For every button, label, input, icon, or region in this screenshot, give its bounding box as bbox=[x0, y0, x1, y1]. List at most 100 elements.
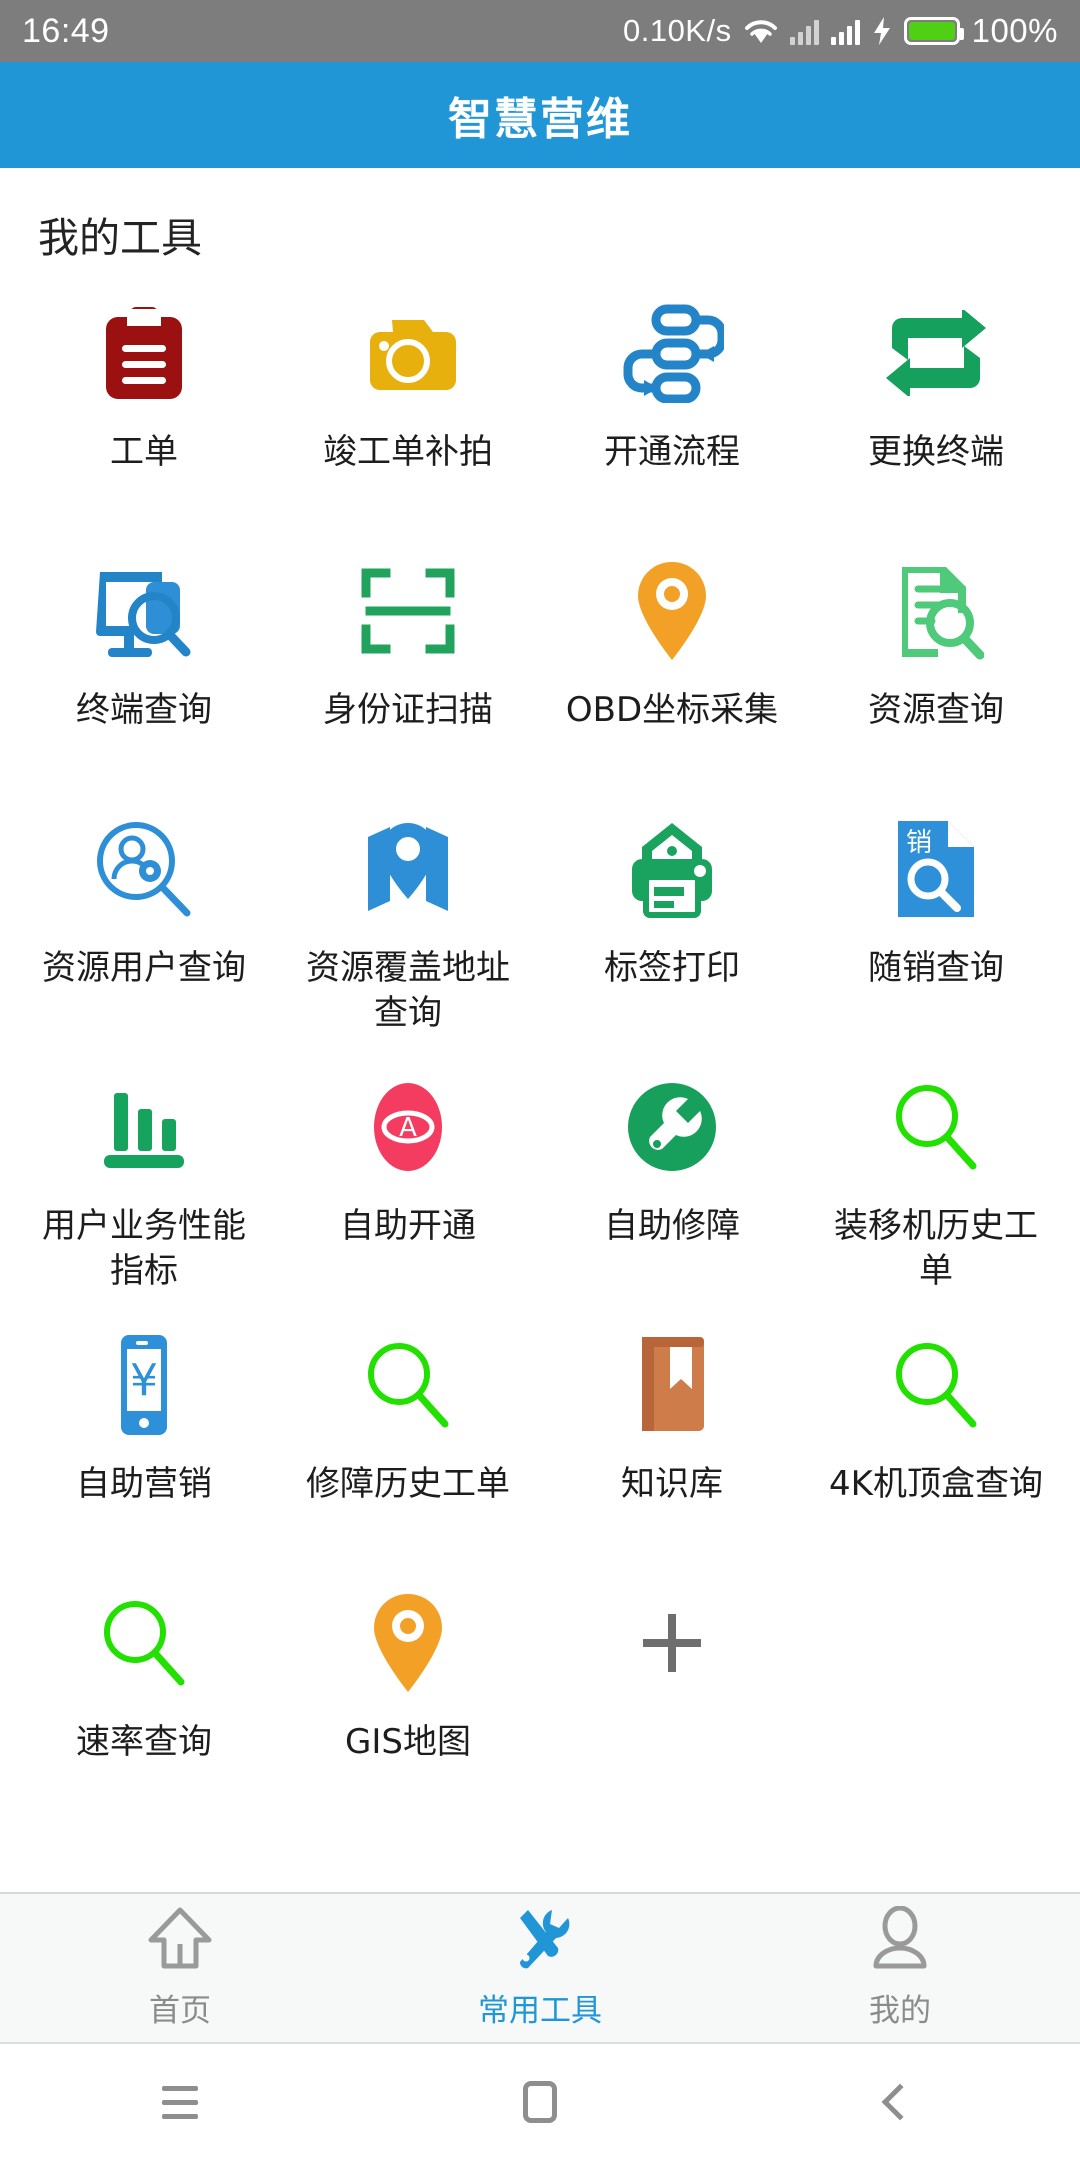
tools-grid: 工单 竣工单补拍 开通流程 更换终端 终端查询 身份证扫描 OBD坐标采集 资源… bbox=[12, 274, 1068, 1830]
tool-item-4k-stb-query[interactable]: 4K机顶盒查询 bbox=[804, 1314, 1068, 1572]
tool-item-performance-metrics[interactable]: 用户业务性能指标 bbox=[12, 1056, 276, 1314]
back-button[interactable] bbox=[720, 2083, 1080, 2121]
android-nav-bar bbox=[0, 2044, 1080, 2160]
tool-item-obd-coordinate[interactable]: OBD坐标采集 bbox=[540, 540, 804, 798]
workflow-icon bbox=[617, 298, 727, 408]
tool-item-self-repair[interactable]: 自助修障 bbox=[540, 1056, 804, 1314]
book-icon bbox=[617, 1330, 727, 1440]
map-pin-icon bbox=[617, 556, 727, 666]
tool-label: 自助修障 bbox=[604, 1206, 740, 1246]
clipboard-icon bbox=[89, 298, 199, 408]
map-pin-icon bbox=[353, 1588, 463, 1698]
tool-label: 修障历史工单 bbox=[306, 1464, 510, 1504]
tool-item-self-marketing[interactable]: ¥ 自助营销 bbox=[12, 1314, 276, 1572]
tool-label: 资源查询 bbox=[868, 690, 1004, 730]
battery-percent: 100% bbox=[971, 12, 1058, 49]
tool-label: 更换终端 bbox=[868, 432, 1004, 472]
tool-label: 4K机顶盒查询 bbox=[829, 1464, 1043, 1504]
swap-repeat-icon bbox=[881, 298, 991, 408]
home-arrow-icon bbox=[147, 1906, 213, 1975]
network-speed: 0.10K/s bbox=[622, 13, 732, 48]
tool-label: 资源覆盖地址查询 bbox=[306, 948, 510, 1033]
tool-item-resource-user-query[interactable]: 资源用户查询 bbox=[12, 798, 276, 1056]
phone-yuan-icon: ¥ bbox=[89, 1330, 199, 1440]
scan-frame-icon bbox=[353, 556, 463, 666]
home-button[interactable] bbox=[360, 2081, 720, 2123]
tool-item-replace-terminal[interactable]: 更换终端 bbox=[804, 282, 1068, 540]
tool-label: 终端查询 bbox=[76, 690, 212, 730]
tool-item-activation-flow[interactable]: 开通流程 bbox=[540, 282, 804, 540]
auto-activate-icon: A bbox=[353, 1072, 463, 1182]
sales-document-search-icon: 销 bbox=[881, 814, 991, 924]
tool-item-speed-query[interactable]: 速率查询 bbox=[12, 1572, 276, 1830]
magnifier-icon bbox=[881, 1072, 991, 1182]
tool-item-resource-query[interactable]: 资源查询 bbox=[804, 540, 1068, 798]
tool-label: GIS地图 bbox=[345, 1722, 471, 1762]
tool-item-work-order[interactable]: 工单 bbox=[12, 282, 276, 540]
magnifier-icon bbox=[353, 1330, 463, 1440]
tab-profile[interactable]: 我的 bbox=[720, 1894, 1080, 2042]
tab-label: 我的 bbox=[869, 1993, 931, 2029]
monitor-search-icon bbox=[89, 556, 199, 666]
tool-item-gis-map[interactable]: GIS地图 bbox=[276, 1572, 540, 1830]
home-square-icon bbox=[523, 2081, 557, 2123]
tab-common-tools[interactable]: 常用工具 bbox=[360, 1894, 720, 2042]
tool-item-id-scan[interactable]: 身份证扫描 bbox=[276, 540, 540, 798]
tool-item-self-activation[interactable]: A 自助开通 bbox=[276, 1056, 540, 1314]
status-bar: 16:49 0.10K/s 100% bbox=[0, 0, 1080, 62]
tool-label: 自助营销 bbox=[76, 1464, 212, 1504]
tool-item-knowledge-base[interactable]: 知识库 bbox=[540, 1314, 804, 1572]
phone-screen: 16:49 0.10K/s 100% 智慧营维 我的工具 工单 竣工单补拍 开通… bbox=[0, 0, 1080, 2160]
tool-label: 身份证扫描 bbox=[323, 690, 493, 730]
tool-label: 自助开通 bbox=[340, 1206, 476, 1246]
tool-label: OBD坐标采集 bbox=[565, 690, 779, 730]
magnifier-icon bbox=[89, 1588, 199, 1698]
add-tool-button[interactable] bbox=[540, 1572, 804, 1830]
map-location-icon bbox=[353, 814, 463, 924]
tool-label: 装移机历史工单 bbox=[834, 1206, 1038, 1291]
tool-item-sales-query[interactable]: 销 随销查询 bbox=[804, 798, 1068, 1056]
tool-label: 知识库 bbox=[621, 1464, 723, 1504]
back-chevron-icon bbox=[881, 2083, 919, 2121]
page-title: 智慧营维 bbox=[448, 94, 632, 145]
tool-label: 随销查询 bbox=[868, 948, 1004, 988]
section-title: 我的工具 bbox=[38, 214, 202, 262]
tool-item-install-history[interactable]: 装移机历史工单 bbox=[804, 1056, 1068, 1314]
tool-item-label-print[interactable]: 标签打印 bbox=[540, 798, 804, 1056]
magnifier-icon bbox=[881, 1330, 991, 1440]
signal-bars-icon-1 bbox=[789, 17, 819, 45]
svg-text:A: A bbox=[399, 1113, 417, 1143]
tab-home[interactable]: 首页 bbox=[0, 1894, 360, 2042]
battery-icon bbox=[903, 17, 964, 45]
person-icon bbox=[870, 1905, 930, 1975]
svg-text:¥: ¥ bbox=[130, 1355, 158, 1406]
status-time: 16:49 bbox=[22, 11, 110, 50]
main-content: 我的工具 工单 竣工单补拍 开通流程 更换终端 终端查询 身份证扫描 OBD坐标… bbox=[0, 168, 1080, 1892]
tool-label: 竣工单补拍 bbox=[323, 432, 493, 472]
bottom-tab-bar: 首页 常用工具 我的 bbox=[0, 1892, 1080, 2044]
tool-label: 速率查询 bbox=[76, 1722, 212, 1762]
tab-label: 首页 bbox=[149, 1993, 211, 2029]
tool-label: 工单 bbox=[110, 432, 178, 472]
document-search-icon bbox=[881, 556, 991, 666]
bar-chart-icon bbox=[89, 1072, 199, 1182]
tool-item-coverage-address-query[interactable]: 资源覆盖地址查询 bbox=[276, 798, 540, 1056]
recents-button[interactable] bbox=[0, 2085, 360, 2119]
tools-icon bbox=[508, 1906, 572, 1975]
wrench-circle-icon bbox=[617, 1072, 727, 1182]
app-header: 智慧营维 bbox=[0, 62, 1080, 168]
menu-icon bbox=[162, 2085, 198, 2119]
tool-label: 资源用户查询 bbox=[42, 948, 246, 988]
tab-label: 常用工具 bbox=[478, 1993, 602, 2029]
svg-text:销: 销 bbox=[906, 828, 932, 858]
tool-label: 用户业务性能指标 bbox=[42, 1206, 246, 1291]
label-printer-icon bbox=[617, 814, 727, 924]
tool-item-terminal-query[interactable]: 终端查询 bbox=[12, 540, 276, 798]
camera-icon bbox=[353, 298, 463, 408]
status-indicators: 0.10K/s 100% bbox=[623, 12, 1058, 50]
tool-item-repair-history[interactable]: 修障历史工单 bbox=[276, 1314, 540, 1572]
tool-item-completion-photo[interactable]: 竣工单补拍 bbox=[276, 282, 540, 540]
user-search-icon bbox=[89, 814, 199, 924]
bolt-icon bbox=[872, 17, 892, 45]
plus-icon bbox=[617, 1588, 727, 1698]
